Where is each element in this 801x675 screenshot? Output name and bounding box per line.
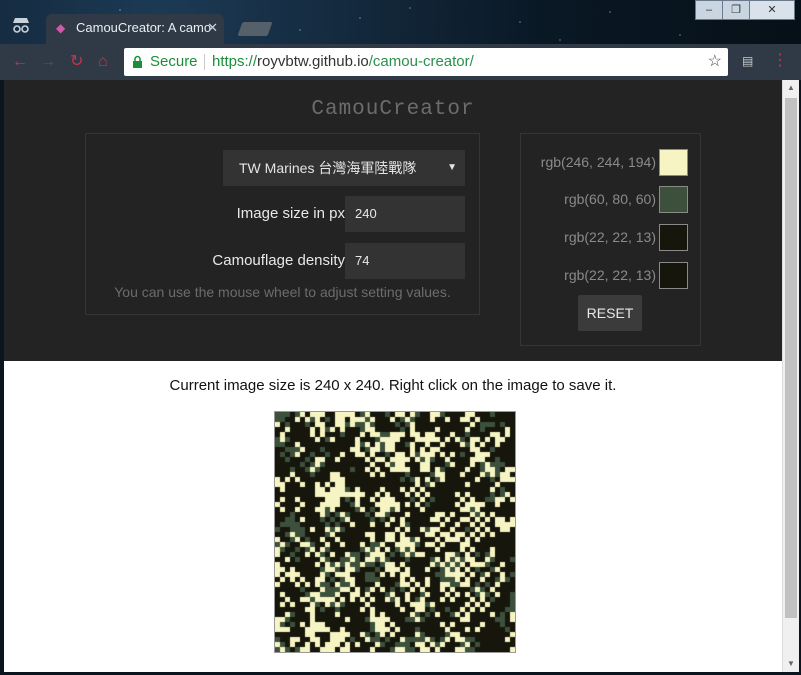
scroll-down-icon[interactable]: ▼ — [783, 656, 799, 672]
color-row: rgb(22, 22, 13) — [521, 257, 700, 293]
color-label: rgb(22, 22, 13) — [564, 229, 656, 245]
page: CamouCreator TW Marines 台灣海軍陸戰隊 ▼ Image … — [4, 80, 782, 672]
browser-titlebar: ◆ CamouCreator: A camo ✕ – ❐ ✕ — [0, 0, 801, 44]
image-size-row: Image size in px 240 — [86, 196, 479, 232]
browser-tab[interactable]: ◆ CamouCreator: A camo ✕ — [46, 14, 224, 44]
color-swatch[interactable] — [659, 186, 688, 213]
density-input[interactable]: 74 — [345, 243, 465, 279]
close-window-button[interactable]: ✕ — [749, 0, 795, 20]
color-label: rgb(22, 22, 13) — [564, 267, 656, 283]
vertical-scrollbar[interactable]: ▲ ▼ — [782, 80, 799, 672]
menu-icon[interactable]: ⋮ — [772, 50, 788, 70]
forward-icon[interactable]: → — [40, 53, 56, 71]
scroll-up-icon[interactable]: ▲ — [783, 80, 799, 96]
color-swatch[interactable] — [659, 224, 688, 251]
tab-close-icon[interactable]: ✕ — [207, 20, 218, 36]
pattern-select-value: TW Marines 台灣海軍陸戰隊 — [239, 160, 417, 176]
hint-text: You can use the mouse wheel to adjust se… — [114, 284, 451, 300]
bookmark-star-icon[interactable]: ☆ — [708, 48, 722, 76]
settings-panel: TW Marines 台灣海軍陸戰隊 ▼ Image size in px 24… — [85, 133, 480, 315]
back-icon[interactable]: ← — [12, 53, 28, 71]
extension-icon[interactable]: ▤ — [742, 54, 753, 68]
image-caption: Current image size is 240 x 240. Right c… — [169, 377, 617, 394]
address-bar[interactable]: Secure https://royvbtw.github.io/camou-c… — [124, 48, 728, 76]
chevron-down-icon: ▼ — [447, 162, 457, 173]
color-label: rgb(60, 80, 60) — [564, 191, 656, 207]
secure-label: Secure — [150, 53, 198, 70]
color-swatch[interactable] — [659, 262, 688, 289]
page-title: CamouCreator — [311, 98, 475, 121]
scrollbar-thumb[interactable] — [785, 98, 797, 618]
home-icon[interactable]: ⌂ — [98, 53, 108, 71]
color-row: rgb(60, 80, 60) — [521, 181, 700, 217]
lock-icon — [132, 48, 143, 78]
reset-button[interactable]: RESET — [578, 295, 642, 331]
settings-area: CamouCreator TW Marines 台灣海軍陸戰隊 ▼ Image … — [4, 80, 782, 361]
image-size-label: Image size in px — [236, 205, 345, 222]
reload-icon[interactable]: ↻ — [70, 53, 83, 71]
minimize-button[interactable]: – — [695, 0, 723, 20]
color-label: rgb(246, 244, 194) — [540, 154, 656, 170]
colors-panel: rgb(246, 244, 194) rgb(60, 80, 60) rgb(2… — [520, 133, 701, 346]
color-swatch[interactable] — [659, 149, 688, 176]
tab-favicon-icon: ◆ — [56, 21, 66, 35]
color-row: rgb(246, 244, 194) — [521, 144, 700, 180]
pattern-select[interactable]: TW Marines 台灣海軍陸戰隊 ▼ — [223, 150, 465, 186]
color-row: rgb(22, 22, 13) — [521, 219, 700, 255]
new-tab-button[interactable] — [237, 22, 273, 36]
camouflage-image[interactable] — [274, 411, 516, 653]
density-label: Camouflage density — [212, 252, 345, 269]
density-row: Camouflage density 74 — [86, 243, 479, 279]
tab-title: CamouCreator: A camo — [76, 20, 212, 35]
restore-button[interactable]: ❐ — [722, 0, 750, 20]
incognito-icon — [10, 16, 32, 34]
image-size-input[interactable]: 240 — [345, 196, 465, 232]
url-text: https://royvbtw.github.io/camou-creator/ — [212, 53, 474, 70]
